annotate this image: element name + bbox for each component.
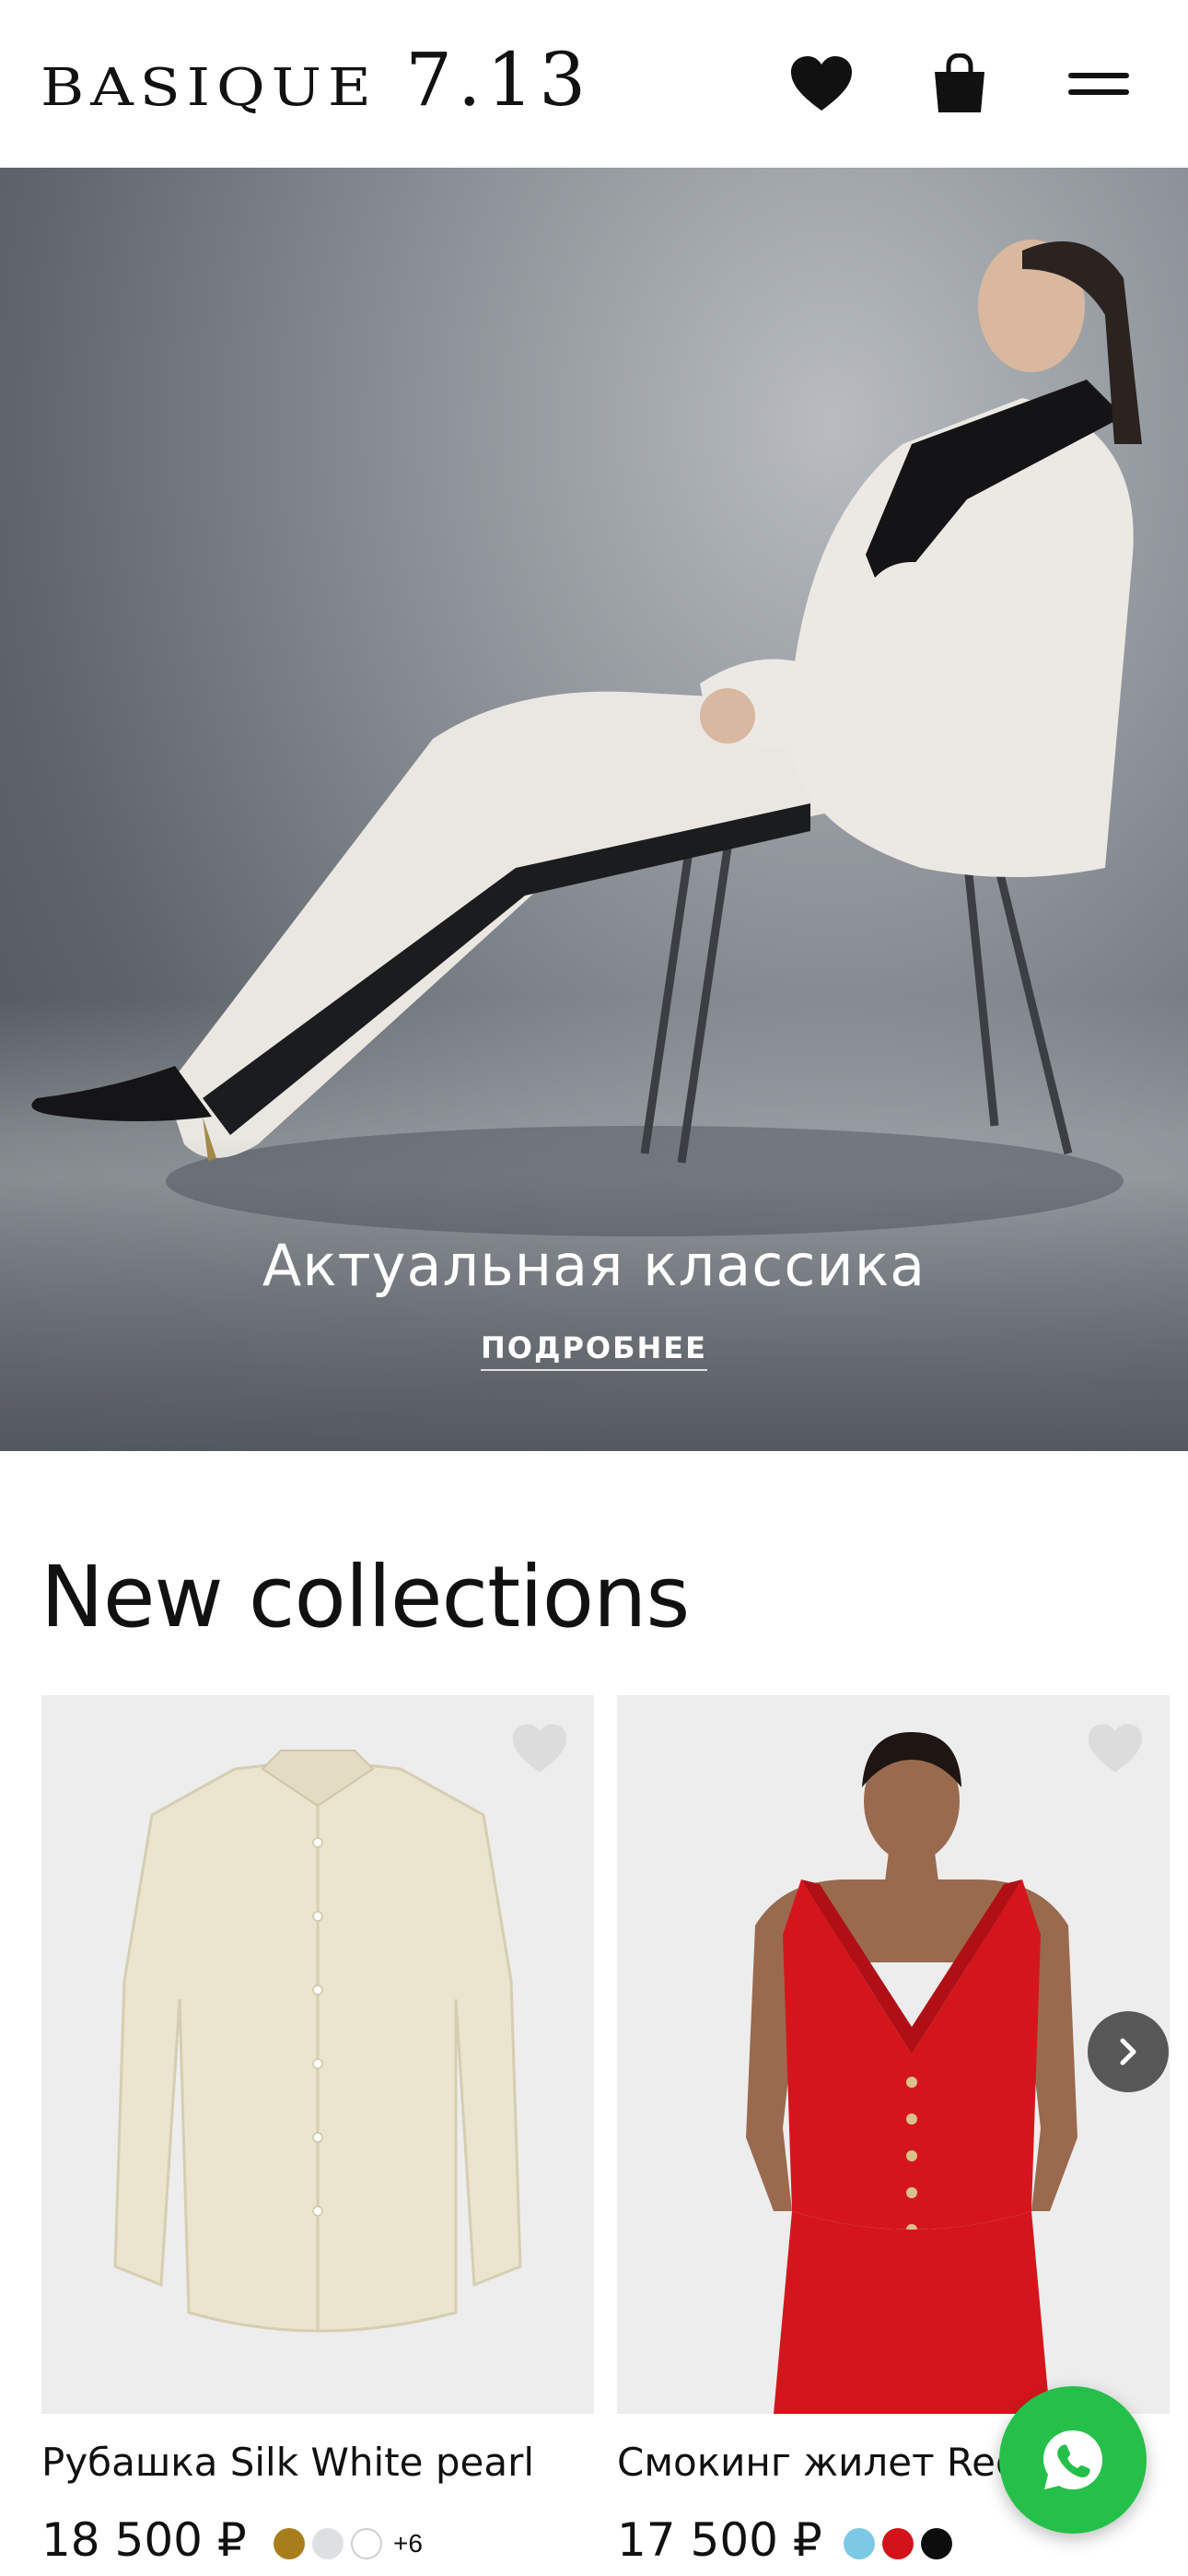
product-name[interactable]: Рубашка Silk White pearl [41,2440,534,2485]
shopping-bag-icon [935,53,984,112]
color-swatch[interactable] [312,2528,344,2559]
product-card[interactable]: Смокинг жилет Red 17 500 ₽ [617,1695,1170,2567]
hamburger-menu-icon [1068,73,1129,95]
shirt-image [113,1750,522,2333]
heart-icon[interactable] [1087,1723,1144,1774]
color-swatch[interactable] [921,2528,952,2559]
color-swatch[interactable] [882,2528,914,2559]
product-price: 18 500 ₽ [41,2513,247,2567]
brand-logo[interactable]: BASIQUE 7.13 [41,39,591,130]
product-card[interactable]: Рубашка Silk White pearl 18 500 ₽ +6 [41,1695,594,2567]
site-header: BASIQUE 7.13 [0,0,1188,168]
hero-banner[interactable]: Актуальная классика ПОДРОБНЕЕ [0,168,1188,1451]
chevron-right-icon [1120,2038,1136,2066]
menu-button[interactable] [1059,44,1138,123]
color-swatch[interactable] [274,2528,305,2559]
logo-number: 7.13 [405,37,592,123]
color-swatch[interactable] [351,2528,382,2559]
heart-icon[interactable] [511,1723,568,1774]
section-title: New collections [41,1548,690,1646]
color-swatch[interactable] [844,2528,875,2559]
heart-icon [791,56,852,111]
more-colors-count[interactable]: +6 [393,2529,423,2558]
product-price: 17 500 ₽ [617,2513,822,2567]
cart-button[interactable] [920,44,999,123]
hero-more-link-label[interactable]: ПОДРОБНЕЕ [480,1330,708,1371]
color-swatches: +6 [274,2528,423,2559]
hero-title: Актуальная классика [262,1232,926,1299]
favorites-button[interactable] [782,44,861,123]
color-swatches [844,2528,952,2559]
product-image[interactable] [41,1695,594,2414]
logo-word: BASIQUE [41,58,378,118]
carousel-next-button[interactable] [1088,2011,1169,2092]
product-name[interactable]: Смокинг жилет Red [617,2440,1020,2485]
whatsapp-icon [1043,2430,1102,2489]
whatsapp-chat-button[interactable] [999,2386,1147,2534]
product-image[interactable] [617,1695,1170,2414]
hero-more-link[interactable]: ПОДРОБНЕЕ [0,1330,1188,1371]
red-vest-model-image [746,1732,1077,2414]
